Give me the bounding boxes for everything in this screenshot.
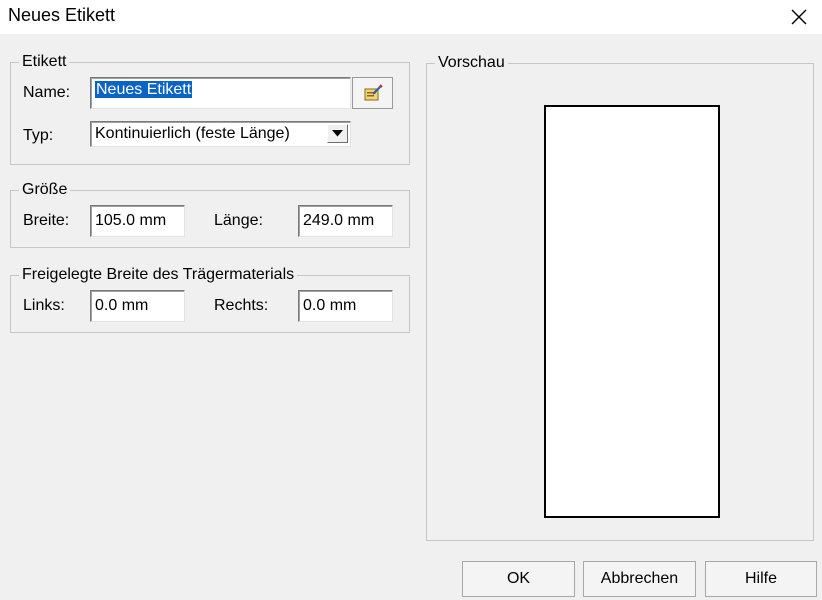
type-select-value: Kontinuierlich (feste Länge): [95, 125, 290, 142]
ok-button[interactable]: OK: [462, 561, 575, 597]
breite-input[interactable]: [90, 205, 185, 237]
name-input[interactable]: Neues Etikett: [90, 77, 351, 109]
name-properties-button[interactable]: [352, 77, 393, 109]
laenge-input[interactable]: [298, 205, 393, 237]
title-bar: Neues Etikett: [0, 0, 822, 34]
vorschau-legend: Vorschau: [435, 54, 508, 72]
links-label: Links:: [23, 297, 65, 314]
rechts-input[interactable]: [298, 290, 393, 322]
name-label: Name:: [23, 84, 71, 101]
label-preview: [544, 105, 720, 518]
rechts-label: Rechts:: [214, 297, 269, 314]
window-title: Neues Etikett: [8, 5, 116, 25]
links-input[interactable]: [90, 290, 185, 322]
laenge-label: Länge:: [214, 212, 263, 229]
help-button[interactable]: Hilfe: [705, 561, 817, 597]
groesse-legend: Größe: [19, 181, 71, 199]
edit-properties-icon: [364, 84, 383, 101]
type-label: Typ:: [23, 127, 54, 144]
type-select-arrow[interactable]: [327, 124, 348, 143]
cancel-button[interactable]: Abbrechen: [583, 561, 696, 597]
close-icon: [791, 9, 807, 25]
traeger-legend: Freigelegte Breite des Trägermaterials: [19, 266, 298, 284]
close-button[interactable]: [776, 0, 822, 34]
breite-label: Breite:: [23, 212, 70, 229]
chevron-down-icon: [332, 130, 343, 137]
name-input-value: Neues Etikett: [95, 81, 193, 98]
type-select[interactable]: Kontinuierlich (feste Länge): [90, 121, 351, 147]
etikett-legend: Etikett: [19, 53, 70, 71]
